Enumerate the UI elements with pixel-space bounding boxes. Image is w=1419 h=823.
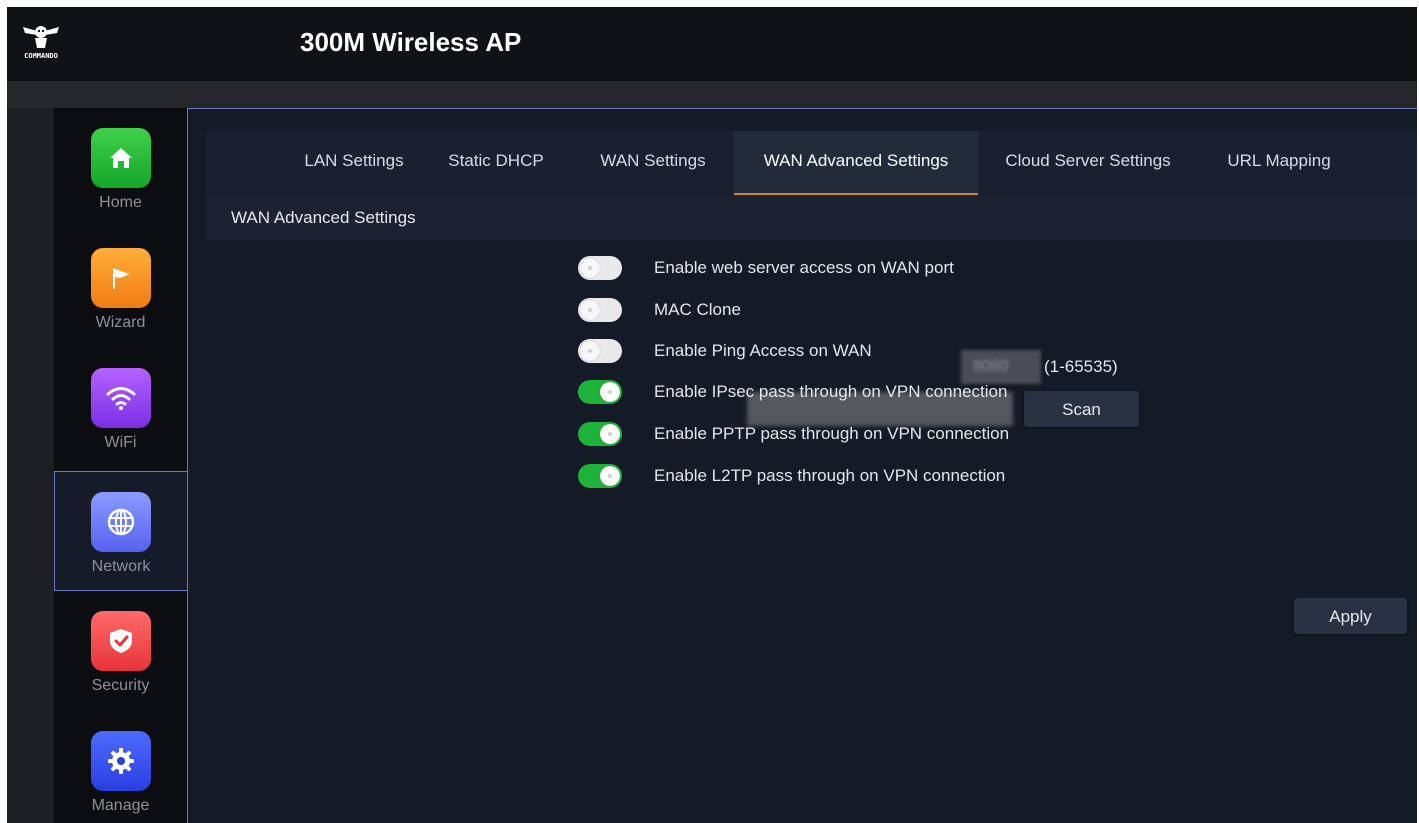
web-server-label: Enable web server access on WAN port <box>654 258 954 277</box>
mac-clone-label: MAC Clone <box>654 300 741 319</box>
tab-wan-settings[interactable]: WAN Settings <box>584 131 722 193</box>
apply-button[interactable]: Apply <box>1294 598 1407 634</box>
brand-logo: COMMANDO <box>12 21 70 65</box>
sidebar-item-manage[interactable]: Manage <box>54 711 187 823</box>
ping-toggle[interactable] <box>578 339 622 363</box>
top-header: COMMANDO 300M Wireless AP <box>7 7 1417 81</box>
ipsec-toggle[interactable] <box>578 380 622 404</box>
sidebar-item-label: Wizard <box>95 314 146 331</box>
pptp-label: Enable PPTP pass through on VPN connecti… <box>654 424 1010 443</box>
header-divider <box>7 81 1417 108</box>
sidebar-item-wizard[interactable]: Wizard <box>54 228 187 348</box>
sidebar-item-security[interactable]: Security <box>54 591 187 711</box>
tab-static-dhcp[interactable]: Static DHCP <box>438 131 554 193</box>
logo-text: COMMANDO <box>24 52 58 60</box>
gear-icon <box>90 731 151 791</box>
sidebar-item-label: Network <box>91 558 151 575</box>
sidebar-item-wifi[interactable]: WiFi <box>54 348 187 468</box>
sidebar-item-label: WiFi <box>104 434 137 451</box>
sidebar-item-label: Manage <box>91 797 150 814</box>
app-window: COMMANDO 300M Wireless AP Home Wizard Wi… <box>7 7 1417 823</box>
pptp-toggle[interactable] <box>578 422 622 446</box>
globe-icon <box>91 492 151 552</box>
l2tp-label: Enable L2TP pass through on VPN connecti… <box>654 466 1006 485</box>
tab-bar: LAN Settings Static DHCP WAN Settings WA… <box>206 131 1417 195</box>
tab-url-mapping[interactable]: URL Mapping <box>1208 131 1350 193</box>
scan-button[interactable]: Scan <box>1024 391 1139 427</box>
ipsec-label: Enable IPsec pass through on VPN connect… <box>654 382 1008 401</box>
tab-lan-settings[interactable]: LAN Settings <box>286 131 422 193</box>
shield-icon <box>90 611 151 671</box>
main-panel: LAN Settings Static DHCP WAN Settings WA… <box>187 108 1417 823</box>
sidebar-item-home[interactable]: Home <box>54 108 187 228</box>
l2tp-toggle[interactable] <box>578 464 622 488</box>
ping-label: Enable Ping Access on WAN <box>654 341 872 360</box>
section-title: WAN Advanced Settings <box>206 195 1417 240</box>
port-range-hint: (1-65535) <box>1044 357 1118 376</box>
sidebar-item-label: Security <box>91 677 150 694</box>
sidebar-item-label: Home <box>99 194 142 211</box>
sidebar-item-network[interactable]: Network <box>54 471 187 591</box>
commando-logo-icon <box>23 26 59 48</box>
tab-wan-advanced-settings[interactable]: WAN Advanced Settings <box>734 131 978 195</box>
app-title: 300M Wireless AP <box>300 27 522 57</box>
wifi-icon <box>90 368 151 428</box>
flag-icon <box>90 248 151 308</box>
web-server-toggle[interactable] <box>578 256 622 280</box>
sidebar-nav: Home Wizard WiFi Network Security Manage <box>54 108 187 823</box>
mac-clone-toggle[interactable] <box>578 298 622 322</box>
tab-cloud-server-settings[interactable]: Cloud Server Settings <box>988 131 1188 193</box>
home-icon <box>90 128 151 188</box>
